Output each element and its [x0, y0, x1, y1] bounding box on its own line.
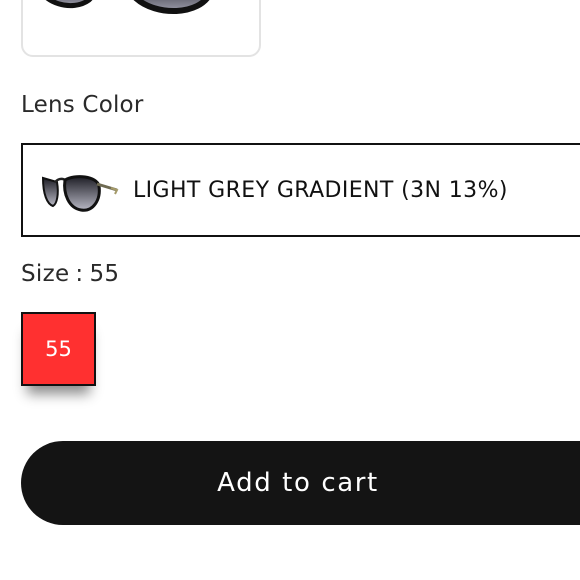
size-selected-value: 55	[89, 261, 120, 287]
sunglasses-icon	[45, 0, 210, 15]
add-to-cart-button[interactable]: Add to cart	[21, 441, 580, 525]
lens-color-selector[interactable]: LIGHT GREY GRADIENT (3N 13%)	[21, 143, 580, 237]
product-options-panel: Lens Color LIGHT GREY GRADIENT (3N 13%) …	[0, 0, 580, 580]
size-option-label: 55	[45, 337, 72, 361]
size-option-55[interactable]: 55	[21, 312, 96, 386]
product-thumbnail-card[interactable]	[21, 0, 261, 57]
size-label-text: Size	[21, 261, 70, 287]
add-to-cart-label: Add to cart	[217, 468, 379, 498]
sunglasses-icon	[41, 175, 119, 212]
lens-color-label: Lens Color	[21, 92, 144, 118]
lens-color-value: LIGHT GREY GRADIENT (3N 13%)	[133, 177, 508, 203]
size-label-separator: :	[75, 261, 84, 287]
size-label: Size:55	[21, 261, 119, 287]
